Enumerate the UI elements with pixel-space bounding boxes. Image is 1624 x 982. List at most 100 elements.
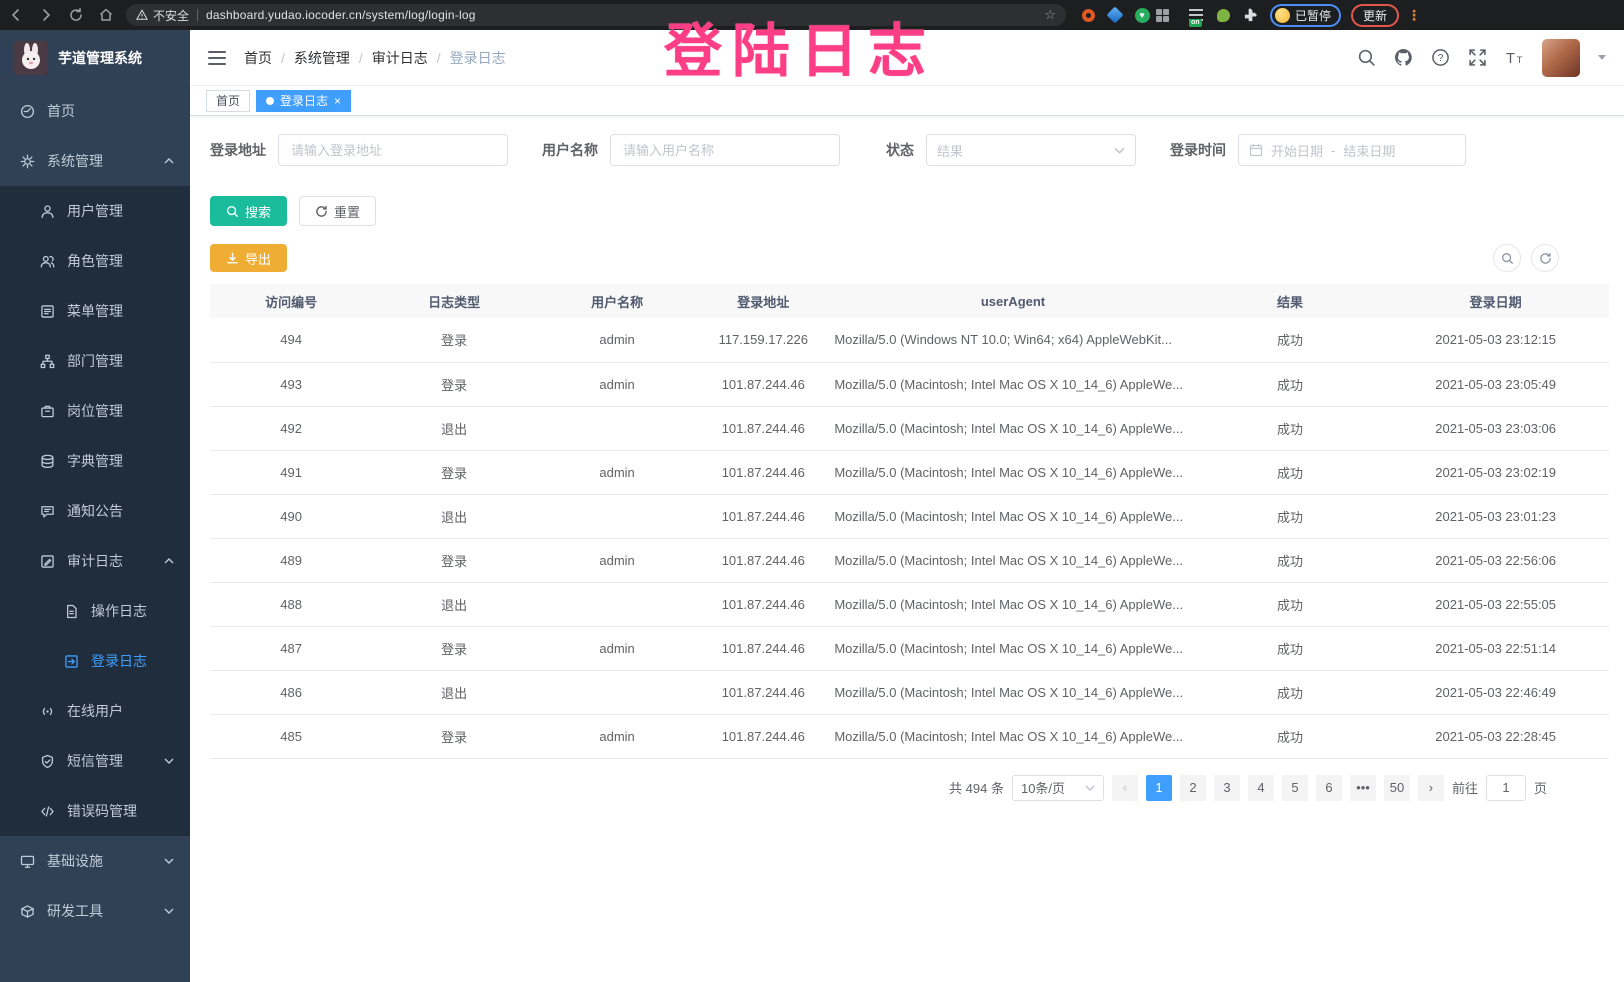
- browser-update-button[interactable]: 更新: [1351, 4, 1399, 27]
- column-header-result: 结果: [1198, 284, 1383, 318]
- sidebar-toggle-icon[interactable]: [208, 51, 226, 65]
- tag-close-icon[interactable]: ×: [334, 94, 341, 108]
- status-select[interactable]: 结果: [926, 134, 1136, 166]
- monitor-icon: [20, 854, 35, 869]
- next-page-button[interactable]: ›: [1418, 775, 1444, 801]
- status-select-placeholder: 结果: [937, 141, 963, 160]
- search-button[interactable]: 搜索: [210, 196, 287, 226]
- user-avatar[interactable]: [1542, 39, 1580, 77]
- table-row[interactable]: 491登录admin101.87.244.46Mozilla/5.0 (Maci…: [210, 450, 1609, 494]
- paused-label: 已暂停: [1295, 7, 1331, 24]
- login-address-input[interactable]: [278, 134, 508, 166]
- page-button[interactable]: 6: [1316, 775, 1342, 801]
- table-row[interactable]: 494登录admin117.159.17.226Mozilla/5.0 (Win…: [210, 318, 1609, 362]
- github-icon[interactable]: [1394, 48, 1413, 67]
- browser-forward-icon[interactable]: [38, 7, 54, 23]
- browser-back-icon[interactable]: [8, 7, 24, 23]
- tag-login-log[interactable]: 登录日志 ×: [256, 90, 351, 112]
- sidebar-item-sms-management[interactable]: 短信管理: [0, 736, 190, 786]
- audit-edit-icon: [40, 554, 55, 569]
- export-button[interactable]: 导出: [210, 244, 287, 272]
- svg-text:T: T: [1506, 51, 1515, 67]
- browser-menu-icon[interactable]: ⋮: [1407, 7, 1421, 24]
- end-date-placeholder[interactable]: 结束日期: [1343, 141, 1395, 160]
- app-logo[interactable]: 芋道管理系统: [0, 30, 190, 86]
- page-button[interactable]: 50: [1384, 775, 1410, 801]
- page-button[interactable]: 4: [1248, 775, 1274, 801]
- column-header-ip: 登录地址: [698, 284, 828, 318]
- sidebar-item-dev-tools[interactable]: 研发工具: [0, 886, 190, 936]
- sidebar-item-home[interactable]: 首页: [0, 86, 190, 136]
- sidebar-item-login-log[interactable]: 登录日志: [0, 636, 190, 686]
- extension-list-on-icon[interactable]: on: [1188, 7, 1204, 23]
- page-button[interactable]: 5: [1282, 775, 1308, 801]
- help-icon[interactable]: ?: [1431, 48, 1450, 67]
- breadcrumb-system[interactable]: 系统管理: [294, 48, 350, 68]
- extension-gem-icon[interactable]: [1107, 7, 1123, 23]
- table-row[interactable]: 487登录admin101.87.244.46Mozilla/5.0 (Maci…: [210, 626, 1609, 670]
- sidebar-item-infrastructure[interactable]: 基础设施: [0, 836, 190, 886]
- table-row[interactable]: 485登录admin101.87.244.46Mozilla/5.0 (Maci…: [210, 714, 1609, 758]
- username-input[interactable]: [610, 134, 840, 166]
- extension-green-heart-icon[interactable]: ♥: [1134, 7, 1150, 23]
- table-row[interactable]: 490退出101.87.244.46Mozilla/5.0 (Macintosh…: [210, 494, 1609, 538]
- date-range-picker[interactable]: 开始日期 - 结束日期: [1238, 134, 1466, 166]
- sidebar-item-online-users[interactable]: 在线用户: [0, 686, 190, 736]
- page-button[interactable]: 1: [1146, 775, 1172, 801]
- extension-orange-icon[interactable]: [1080, 7, 1096, 23]
- sidebar-item-error-code-management[interactable]: 错误码管理: [0, 786, 190, 836]
- page-size-select[interactable]: 10条/页: [1012, 775, 1104, 801]
- search-toggle-icon: [1501, 252, 1514, 265]
- table-row[interactable]: 489登录admin101.87.244.46Mozilla/5.0 (Maci…: [210, 538, 1609, 582]
- sidebar-item-post-management[interactable]: 岗位管理: [0, 386, 190, 436]
- reset-button[interactable]: 重置: [299, 196, 376, 226]
- goto-page-input[interactable]: [1486, 775, 1526, 801]
- browser-reload-icon[interactable]: [68, 7, 84, 23]
- page-button[interactable]: 3: [1214, 775, 1240, 801]
- table-row[interactable]: 486退出101.87.244.46Mozilla/5.0 (Macintosh…: [210, 670, 1609, 714]
- table-row[interactable]: 493登录admin101.87.244.46Mozilla/5.0 (Maci…: [210, 362, 1609, 406]
- browser-home-icon[interactable]: [98, 7, 114, 23]
- sidebar-item-operation-log[interactable]: 操作日志: [0, 586, 190, 636]
- sidebar-item-notice-announcement[interactable]: 通知公告: [0, 486, 190, 536]
- column-header-user: 用户名称: [536, 284, 698, 318]
- start-date-placeholder[interactable]: 开始日期: [1271, 141, 1323, 160]
- sidebar-item-dept-management[interactable]: 部门管理: [0, 336, 190, 386]
- prev-page-button[interactable]: ‹: [1112, 775, 1138, 801]
- toggle-search-button[interactable]: [1493, 244, 1521, 272]
- refresh-table-button[interactable]: [1531, 244, 1559, 272]
- tag-home[interactable]: 首页: [206, 90, 250, 112]
- extension-leaf-icon[interactable]: [1215, 7, 1231, 23]
- sidebar-item-audit-log[interactable]: 审计日志: [0, 536, 190, 586]
- bookmark-star-icon[interactable]: ☆: [1044, 7, 1056, 23]
- page-button[interactable]: 2: [1180, 775, 1206, 801]
- app-header: 首页/ 系统管理/ 审计日志/ 登录日志 ? TT: [190, 30, 1624, 86]
- sidebar-item-dict-management[interactable]: 字典管理: [0, 436, 190, 486]
- extension-grid-icon[interactable]: [1161, 7, 1177, 23]
- extensions-puzzle-icon[interactable]: [1242, 7, 1258, 23]
- font-size-icon[interactable]: TT: [1505, 48, 1524, 67]
- more-pages-button[interactable]: •••: [1350, 775, 1376, 801]
- breadcrumb-home[interactable]: 首页: [244, 48, 272, 68]
- sidebar: 芋道管理系统 首页 系统管理 用户管理 角色管理: [0, 30, 190, 982]
- address-bar[interactable]: 不安全 dashboard.yudao.iocoder.cn/system/lo…: [126, 4, 1066, 26]
- sidebar-item-system-management[interactable]: 系统管理: [0, 136, 190, 186]
- sidebar-item-menu-management[interactable]: 菜单管理: [0, 286, 190, 336]
- header-search-icon[interactable]: [1357, 48, 1376, 67]
- url-text[interactable]: dashboard.yudao.iocoder.cn/system/log/lo…: [206, 8, 1044, 22]
- extensions-tray: ♥ on: [1080, 7, 1258, 23]
- login-time-label: 登录时间: [1170, 140, 1226, 160]
- not-secure-label[interactable]: 不安全: [153, 7, 189, 24]
- breadcrumb-audit[interactable]: 审计日志: [372, 48, 428, 68]
- date-range-separator: -: [1331, 143, 1335, 158]
- dictionary-icon: [40, 454, 55, 469]
- sidebar-item-role-management[interactable]: 角色管理: [0, 236, 190, 286]
- table-header-row: 访问编号 日志类型 用户名称 登录地址 userAgent 结果 登录日期: [210, 284, 1609, 318]
- avatar-caret-down-icon[interactable]: [1598, 55, 1606, 60]
- table-row[interactable]: 488退出101.87.244.46Mozilla/5.0 (Macintosh…: [210, 582, 1609, 626]
- browser-profile-paused-badge[interactable]: 已暂停: [1270, 4, 1341, 27]
- sidebar-item-user-management[interactable]: 用户管理: [0, 186, 190, 236]
- table-row[interactable]: 492退出101.87.244.46Mozilla/5.0 (Macintosh…: [210, 406, 1609, 450]
- toolbox-icon: [20, 904, 35, 919]
- fullscreen-icon[interactable]: [1468, 48, 1487, 67]
